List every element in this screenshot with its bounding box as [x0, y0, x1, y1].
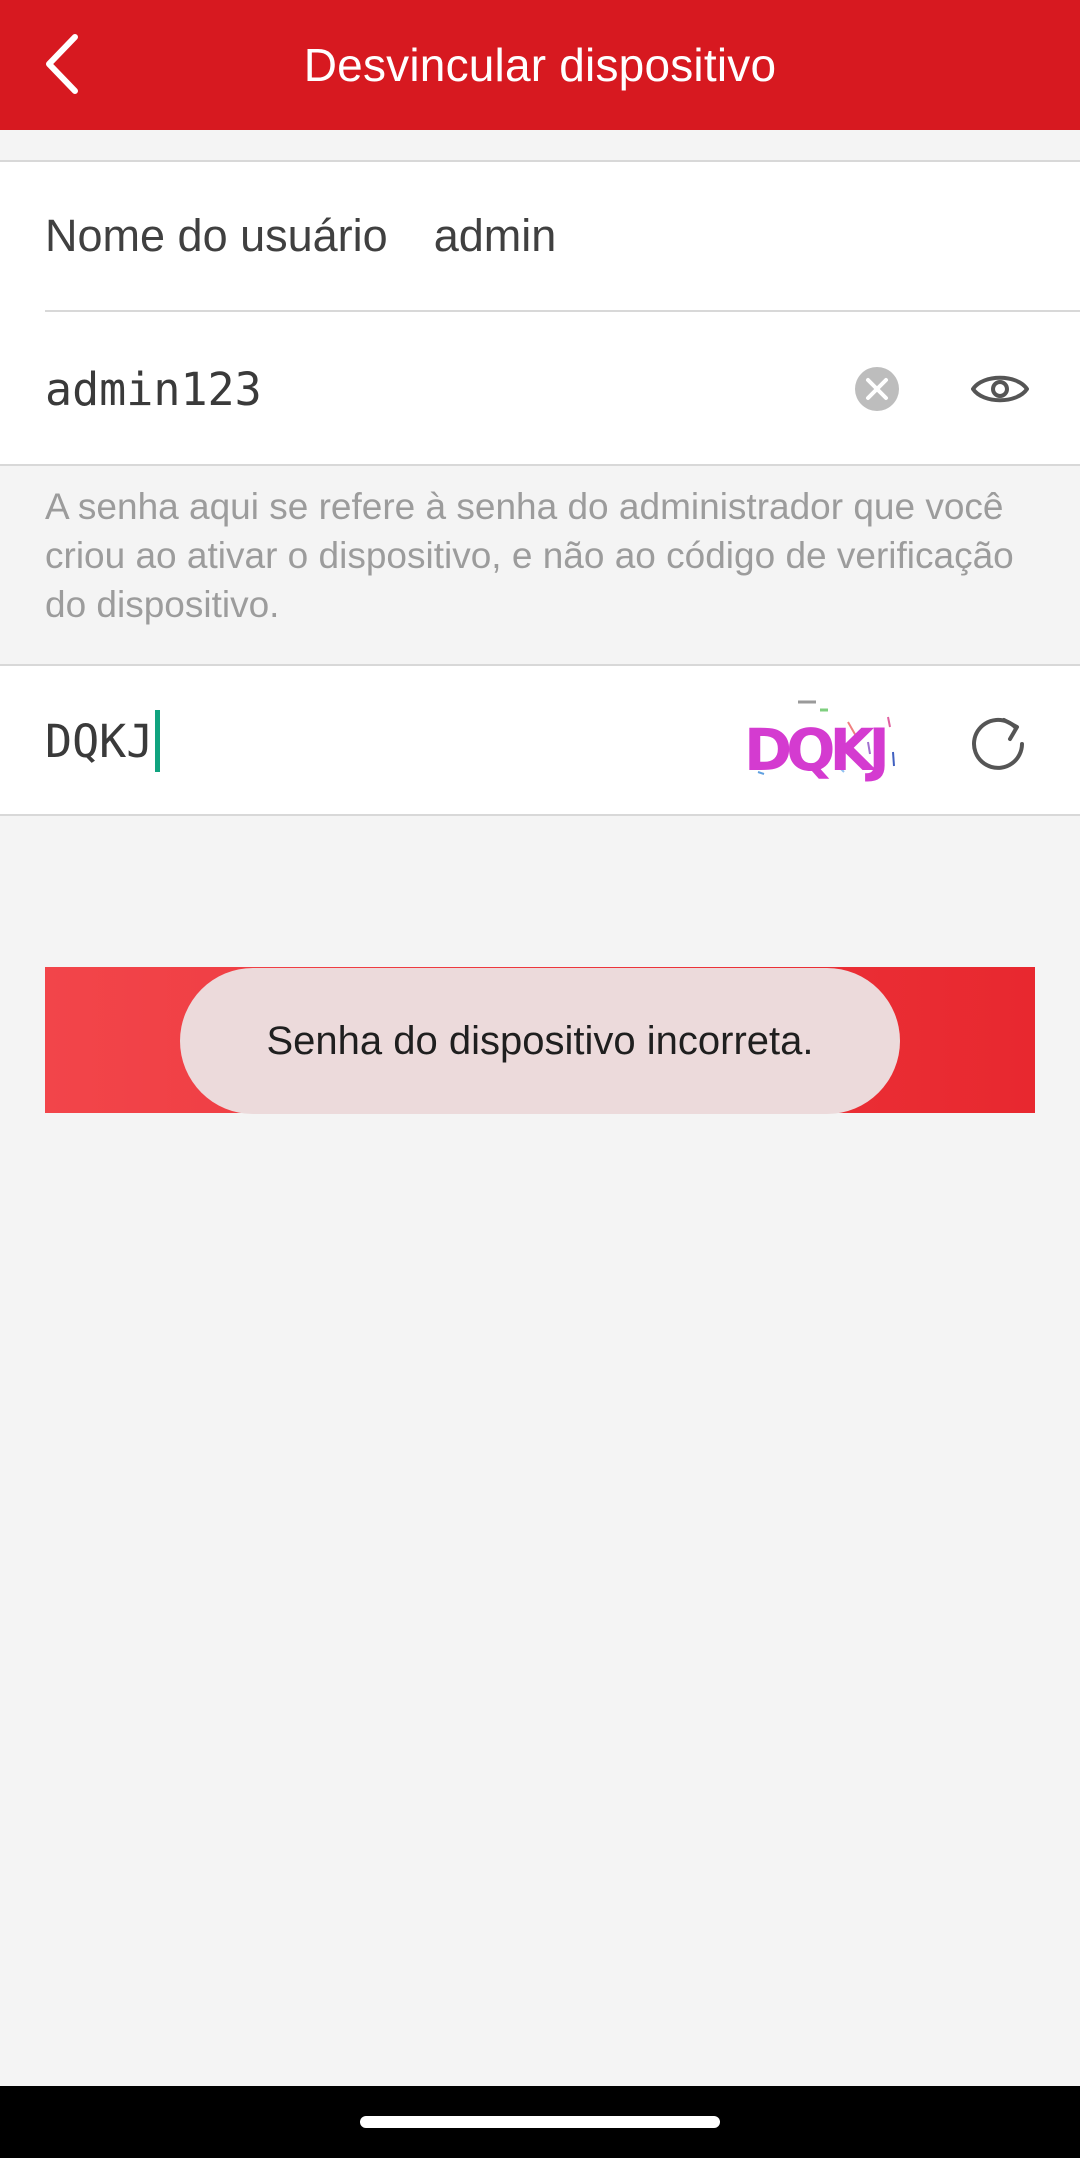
- password-row[interactable]: admin123: [45, 314, 1080, 464]
- app-screen: Desvincular dispositivo Nome do usuário …: [0, 0, 1080, 2158]
- password-hint: A senha aqui se refere à senha do admini…: [45, 486, 1014, 625]
- username-label: Nome do usuário: [45, 210, 388, 261]
- home-indicator[interactable]: [360, 2116, 720, 2128]
- password-field[interactable]: admin123: [45, 363, 262, 416]
- captcha-card: DQKJ DQKJ: [0, 664, 1080, 816]
- back-button[interactable]: [22, 24, 102, 104]
- refresh-icon[interactable]: [964, 706, 1034, 776]
- captcha-field[interactable]: DQKJ: [45, 666, 161, 816]
- captcha-field-value: DQKJ: [45, 714, 154, 768]
- captcha-image-text: DQKJ: [744, 716, 885, 784]
- chevron-left-icon: [46, 34, 78, 94]
- username-value: admin: [433, 210, 557, 261]
- app-header: Desvincular dispositivo: [0, 0, 1080, 130]
- username-row: Nome do usuário admin: [45, 162, 1080, 312]
- eye-icon[interactable]: [965, 354, 1035, 424]
- error-toast: Senha do dispositivo incorreta.: [180, 968, 900, 1114]
- clear-icon[interactable]: [847, 359, 907, 419]
- credentials-card: Nome do usuário admin admin123: [0, 160, 1080, 466]
- page-title: Desvincular dispositivo: [303, 39, 777, 91]
- text-cursor: [155, 710, 161, 772]
- captcha-image[interactable]: DQKJ: [738, 692, 908, 792]
